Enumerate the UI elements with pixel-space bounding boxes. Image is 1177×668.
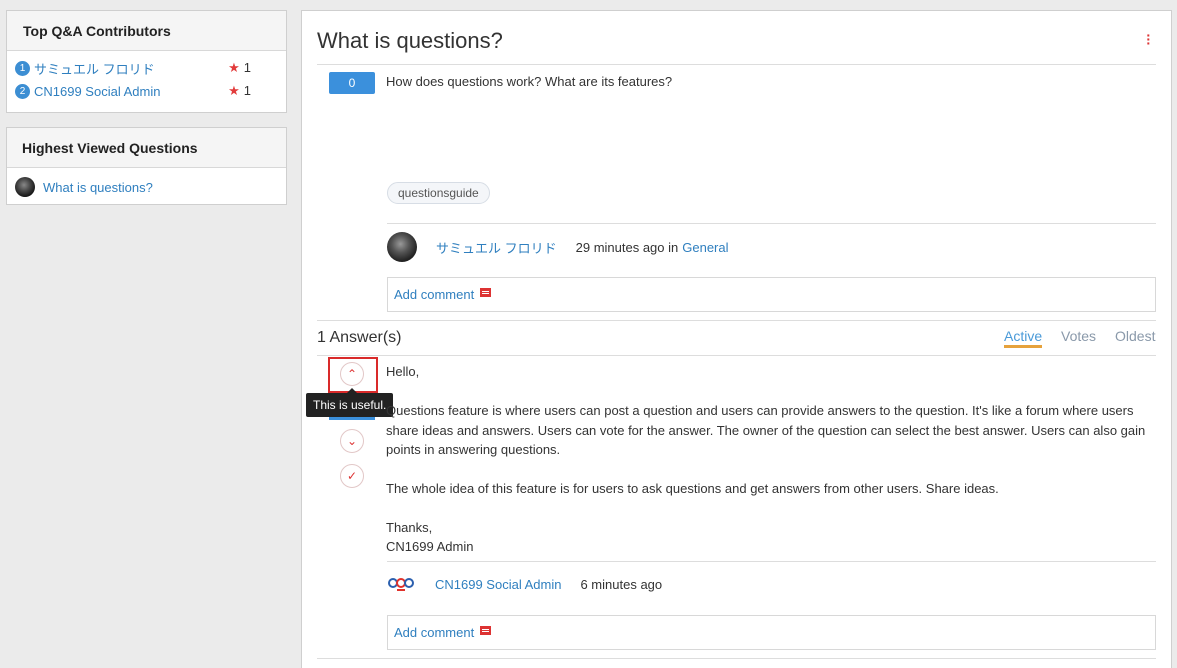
avatar — [15, 177, 35, 197]
add-comment-link[interactable]: Add comment — [394, 616, 474, 649]
tab-oldest[interactable]: Oldest — [1115, 328, 1155, 344]
more-options-icon[interactable]: · · · — [1146, 28, 1151, 50]
downvote-button[interactable]: ⌄ — [340, 429, 364, 453]
tab-votes[interactable]: Votes — [1061, 328, 1096, 344]
highest-viewed-widget: Highest Viewed Questions What is questio… — [6, 127, 287, 205]
category-link[interactable]: General — [682, 240, 728, 255]
tab-active[interactable]: Active — [1004, 328, 1043, 348]
author-link[interactable]: CN1699 Social Admin — [435, 577, 561, 592]
contributor-link[interactable]: サミュエル フロリド — [34, 59, 155, 78]
contributor-link[interactable]: CN1699 Social Admin — [34, 84, 160, 99]
answer-greeting: Hello, — [386, 364, 420, 379]
question-body: How does questions work? What are its fe… — [386, 74, 673, 89]
divider — [317, 355, 1156, 356]
answer-closing: Thanks, — [386, 520, 433, 535]
question-author: サミュエル フロリド 29 minutes ago in General — [387, 232, 729, 262]
timestamp: 29 minutes ago in — [575, 239, 679, 255]
check-icon: ✓ — [346, 469, 358, 483]
accept-answer-button[interactable]: ✓ — [340, 464, 364, 488]
page-title: What is questions? — [317, 28, 503, 53]
star-icon: ★ — [228, 83, 240, 98]
answer-author: CN1699 Social Admin 6 minutes ago — [387, 573, 662, 595]
brand-logo-icon — [388, 578, 414, 591]
answers-count: 1 Answer(s) — [317, 329, 402, 346]
rank-badge: 1 — [15, 60, 30, 76]
question-panel: What is questions? · · · 0 How does questi… — [301, 10, 1172, 668]
comment-icon — [480, 288, 492, 297]
author-link[interactable]: サミュエル フロリド — [436, 238, 557, 257]
contributor-score: ★ 1 — [228, 83, 251, 98]
add-comment-box[interactable]: Add comment — [387, 615, 1156, 650]
rank-badge: 2 — [15, 83, 30, 99]
contributor-row: 2 CN1699 Social Admin ★ 1 — [15, 81, 278, 101]
top-contributors-widget: Top Q&A Contributors 1 サミュエル フロリド ★ 1 2 C… — [6, 10, 287, 113]
question-link[interactable]: What is questions? — [43, 180, 153, 195]
list-item: What is questions? — [15, 177, 153, 197]
divider — [387, 223, 1156, 224]
tag[interactable]: questionsguide — [387, 182, 490, 204]
divider — [317, 658, 1156, 659]
contributor-score: ★ 1 — [228, 60, 251, 75]
divider — [317, 64, 1156, 65]
chevron-down-icon: ⌄ — [346, 434, 358, 448]
divider — [317, 320, 1156, 321]
answer-signature: CN1699 Admin — [386, 539, 474, 554]
widget-title: Highest Viewed Questions — [7, 128, 286, 168]
add-comment-box[interactable]: Add comment — [387, 277, 1156, 312]
avatar[interactable] — [387, 232, 417, 262]
contributor-row: 1 サミュエル フロリド ★ 1 — [15, 58, 278, 78]
answer-paragraph: Questions feature is where users can pos… — [386, 403, 1146, 457]
add-comment-link[interactable]: Add comment — [394, 278, 474, 311]
tooltip: This is useful. — [306, 388, 394, 417]
comment-icon — [480, 626, 492, 635]
timestamp: 6 minutes ago — [580, 576, 663, 592]
answer-paragraph: The whole idea of this feature is for us… — [386, 481, 999, 496]
divider — [387, 561, 1156, 562]
widget-title: Top Q&A Contributors — [7, 11, 286, 51]
star-icon: ★ — [228, 60, 240, 75]
vote-count: 0 — [329, 72, 375, 94]
